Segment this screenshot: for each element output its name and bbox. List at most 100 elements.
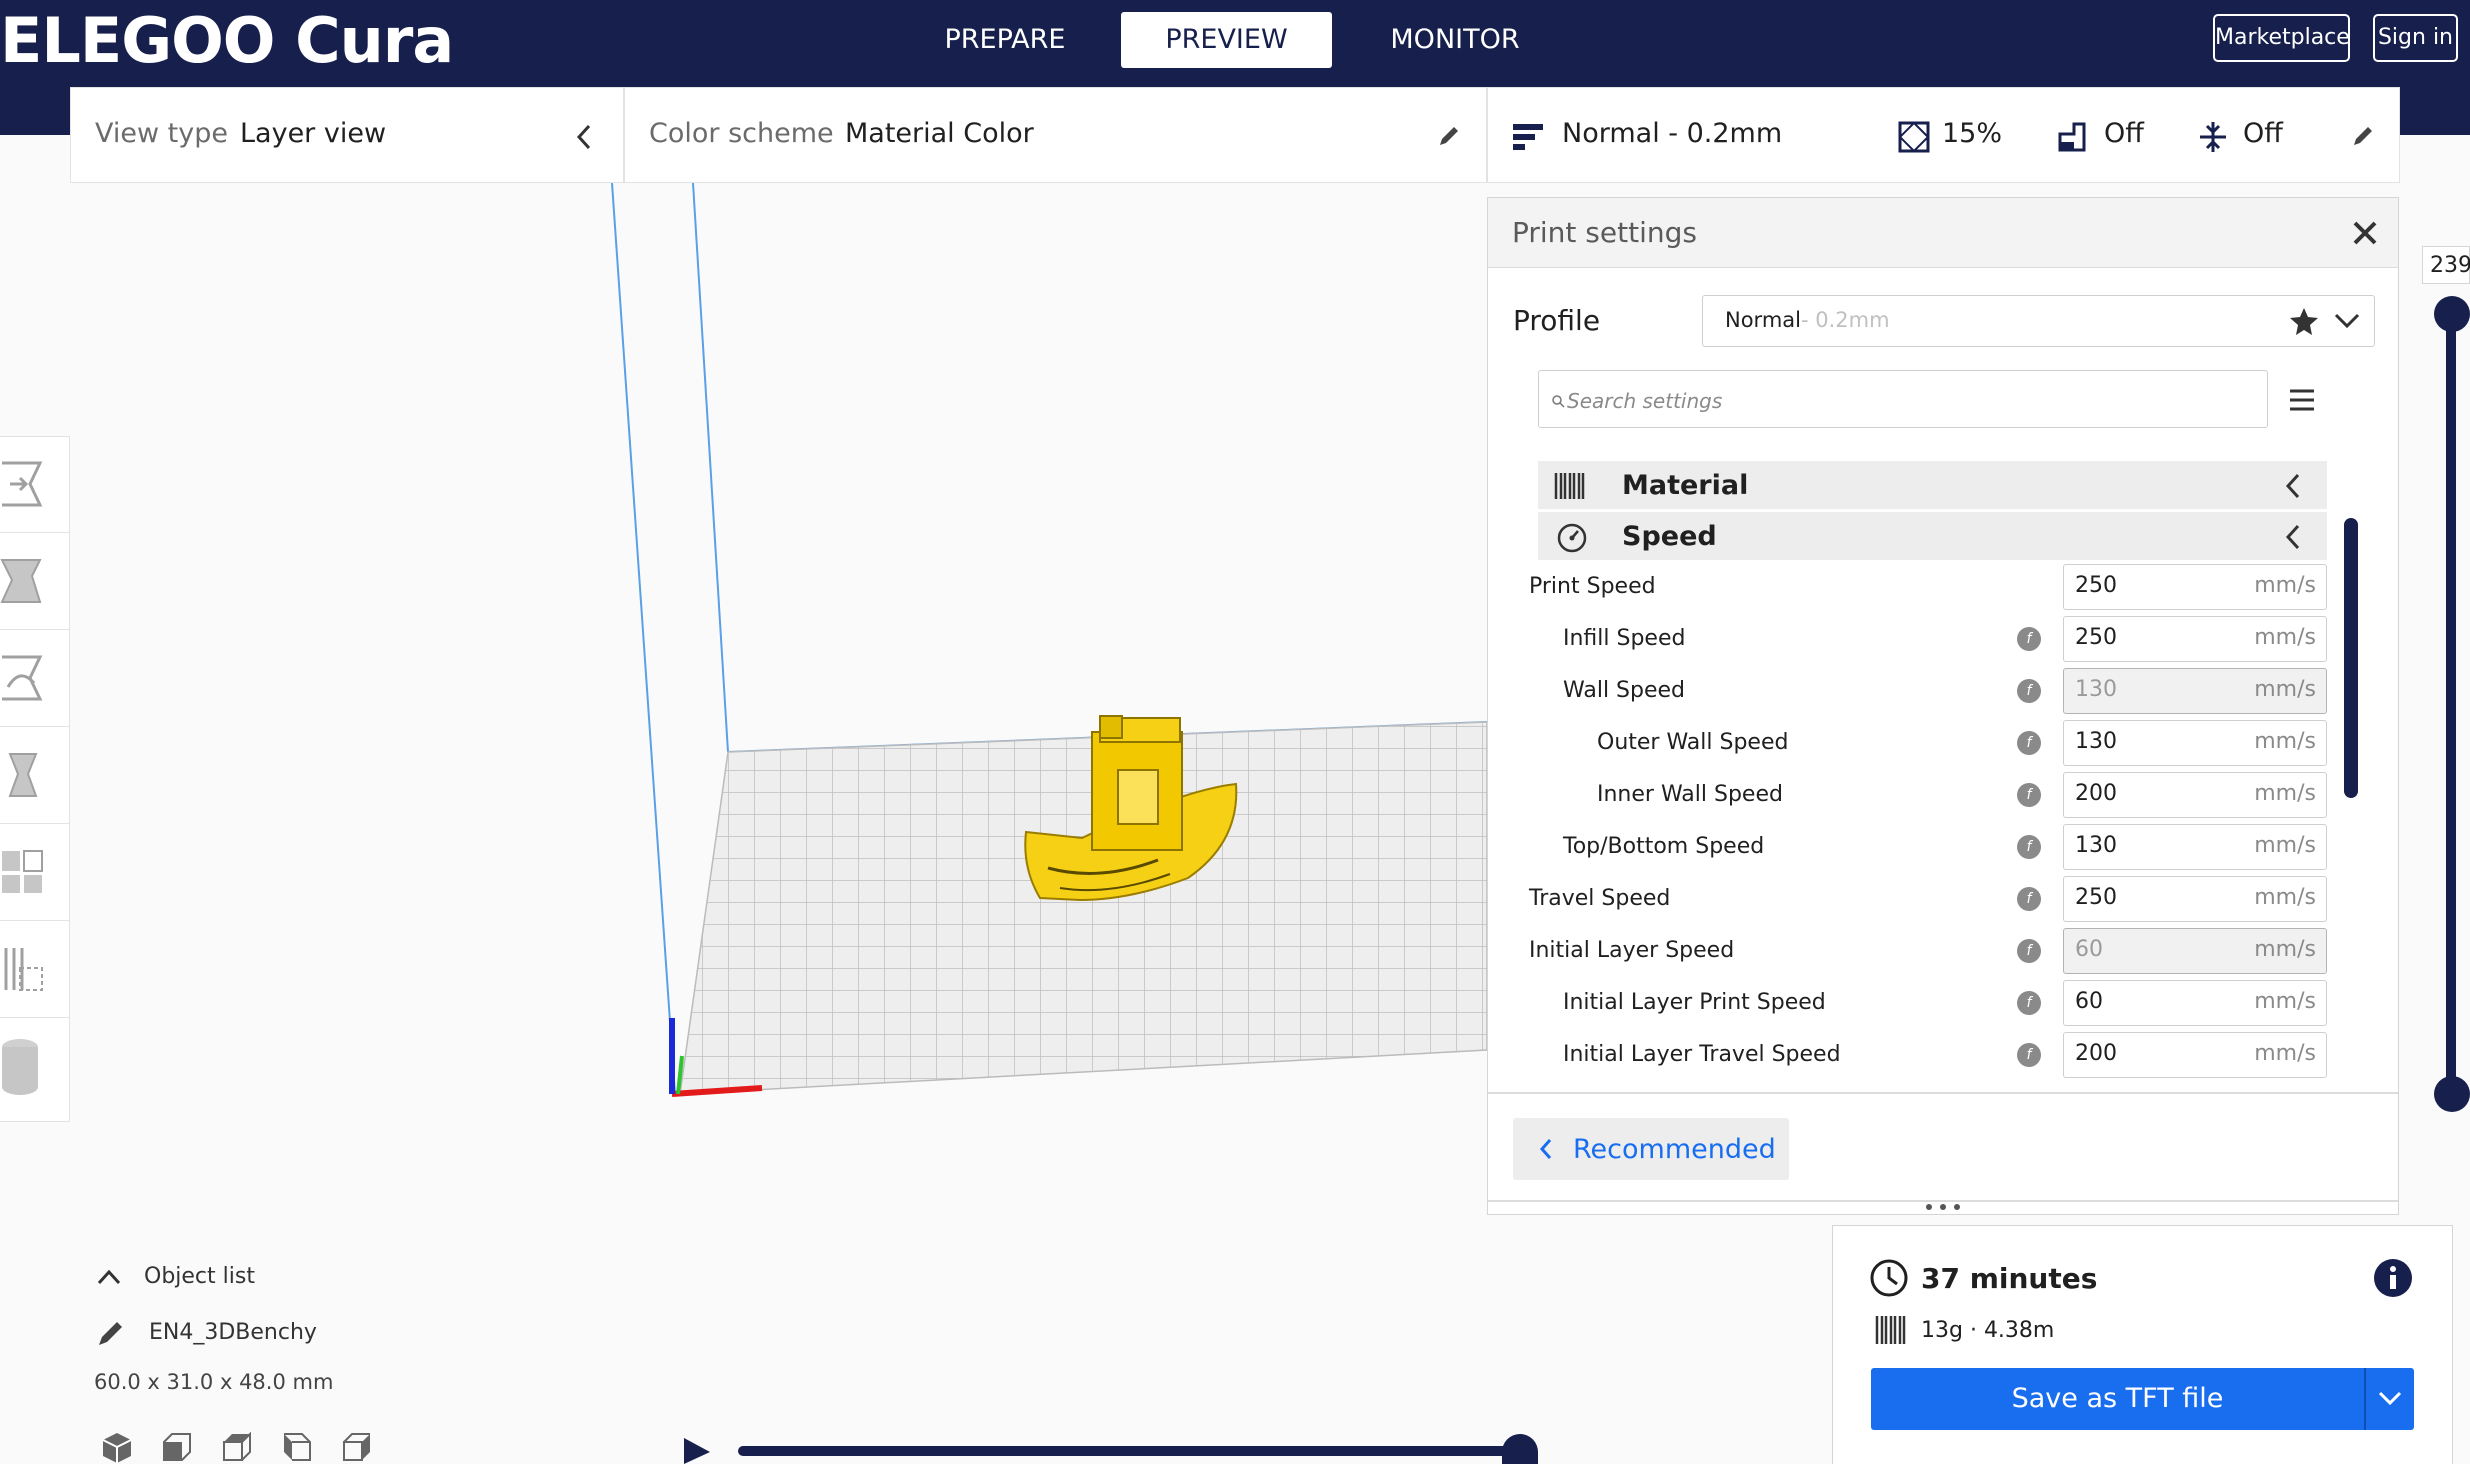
infill-icon	[1898, 121, 1930, 153]
setting-label: Top/Bottom Speed	[1563, 834, 1765, 859]
initial-layer-speed-input[interactable]: 60 mm/s	[2063, 928, 2327, 974]
left-view-icon[interactable]	[280, 1430, 314, 1464]
settings-scrollbar[interactable]	[2344, 518, 2358, 798]
speedometer-icon	[1557, 523, 1587, 553]
top-layer-field[interactable]: 239	[2422, 246, 2470, 284]
function-icon[interactable]: f	[2017, 991, 2041, 1015]
category-speed[interactable]: Speed	[1538, 512, 2327, 560]
layer-slider-lower-handle[interactable]	[2434, 1076, 2470, 1112]
infill-speed-input[interactable]: 250 mm/s	[2063, 616, 2327, 662]
mirror-tool-button[interactable]	[0, 728, 70, 824]
category-material[interactable]: Material	[1538, 461, 2327, 509]
function-icon[interactable]: f	[2017, 887, 2041, 911]
save-as-tft-button[interactable]: Save as TFT file	[1871, 1368, 2414, 1430]
input-value: 250	[2075, 625, 2117, 650]
chevron-down-icon[interactable]	[2333, 310, 2361, 332]
save-button-label: Save as TFT file	[2011, 1383, 2224, 1414]
input-unit: mm/s	[2254, 989, 2316, 1014]
layer-slider-track[interactable]	[2446, 300, 2456, 1100]
marketplace-button[interactable]: Marketplace	[2213, 14, 2350, 62]
3d-view-icon[interactable]	[100, 1430, 134, 1464]
move-tool-button[interactable]	[0, 437, 70, 533]
cylinder-icon	[2, 1039, 38, 1095]
close-icon[interactable]	[2352, 220, 2378, 246]
pencil-icon[interactable]	[2351, 124, 2375, 148]
print-time: 37 minutes	[1921, 1262, 2098, 1295]
function-icon[interactable]: f	[2017, 1043, 2041, 1067]
setting-label: Travel Speed	[1529, 886, 1671, 911]
profile-dropdown[interactable]: Normal - 0.2mm	[1702, 295, 2375, 347]
pencil-icon[interactable]	[1437, 124, 1461, 148]
outer-wall-speed-input[interactable]: 130 mm/s	[2063, 720, 2327, 766]
input-unit: mm/s	[2254, 1041, 2316, 1066]
view-type-value[interactable]: Layer view	[240, 118, 386, 149]
setting-row-print-speed: Print Speed 250 mm/s	[1488, 564, 2398, 612]
input-unit: mm/s	[2254, 573, 2316, 598]
inner-wall-speed-input[interactable]: 200 mm/s	[2063, 772, 2327, 818]
simulation-slider-track[interactable]	[738, 1446, 1520, 1456]
top-bottom-speed-input[interactable]: 130 mm/s	[2063, 824, 2327, 870]
mirror-icon	[8, 753, 38, 797]
profile-icon	[1513, 124, 1543, 150]
output-panel: 37 minutes 13g · 4.38m Save as TFT file	[1832, 1225, 2453, 1464]
star-icon[interactable]	[2289, 306, 2319, 336]
function-icon[interactable]: f	[2017, 731, 2041, 755]
rotate-tool-button[interactable]	[0, 631, 70, 727]
color-scheme-value[interactable]: Material Color	[845, 118, 1034, 149]
cylinder-tool-button[interactable]	[0, 1019, 70, 1115]
function-icon[interactable]: f	[2017, 783, 2041, 807]
tool-toolbar	[0, 436, 70, 1122]
setting-label: Initial Layer Speed	[1529, 938, 1735, 963]
chevron-left-icon[interactable]	[2284, 473, 2302, 499]
print-settings-summary-bar[interactable]: Normal - 0.2mm 15% Off Off	[1487, 87, 2400, 183]
simulation-slider-handle[interactable]	[1502, 1434, 1538, 1464]
input-unit: mm/s	[2254, 937, 2316, 962]
setting-label: Inner Wall Speed	[1597, 782, 1783, 807]
wall-speed-input[interactable]: 130 mm/s	[2063, 668, 2327, 714]
setting-row-initial-layer-speed: Initial Layer Speed f 60 mm/s	[1488, 928, 2398, 976]
print-speed-input[interactable]: 250 mm/s	[2063, 564, 2327, 610]
function-icon[interactable]: f	[2017, 679, 2041, 703]
settings-menu-icon[interactable]	[2288, 388, 2316, 412]
per-model-settings-button[interactable]	[0, 825, 70, 921]
function-icon[interactable]: f	[2017, 627, 2041, 651]
travel-speed-input[interactable]: 250 mm/s	[2063, 876, 2327, 922]
function-icon[interactable]: f	[2017, 939, 2041, 963]
front-view-icon[interactable]	[160, 1430, 194, 1464]
resize-handle-icon[interactable]	[1923, 1201, 1963, 1213]
initial-layer-travel-speed-input[interactable]: 200 mm/s	[2063, 1032, 2327, 1078]
chevron-left-icon[interactable]	[575, 124, 593, 150]
input-value: 130	[2075, 833, 2117, 858]
pencil-icon[interactable]	[96, 1318, 126, 1348]
chevron-left-icon[interactable]	[2284, 524, 2302, 550]
3d-viewport[interactable]	[0, 183, 1490, 1283]
setting-label: Outer Wall Speed	[1597, 730, 1789, 755]
chevron-down-icon[interactable]	[2376, 1388, 2404, 1410]
initial-layer-print-speed-input[interactable]: 60 mm/s	[2063, 980, 2327, 1026]
setting-label: Initial Layer Print Speed	[1563, 990, 1826, 1015]
right-view-icon[interactable]	[340, 1430, 374, 1464]
sign-in-button[interactable]: Sign in	[2373, 14, 2458, 62]
stage-preview-tab[interactable]: PREVIEW	[1121, 12, 1332, 68]
info-icon[interactable]	[2373, 1258, 2413, 1298]
button-divider	[2364, 1368, 2366, 1430]
support-blocker-button[interactable]	[0, 922, 70, 1018]
clock-icon	[1870, 1259, 1908, 1297]
top-view-icon[interactable]	[220, 1430, 254, 1464]
color-scheme-panel[interactable]: Color scheme Material Color	[624, 87, 1487, 183]
stage-monitor-tab[interactable]: MONITOR	[1350, 12, 1560, 68]
build-volume-edge	[611, 183, 676, 1095]
recommended-button[interactable]: Recommended	[1513, 1118, 1789, 1180]
chevron-up-icon[interactable]	[96, 1268, 122, 1286]
function-icon[interactable]: f	[2017, 835, 2041, 859]
material-usage: 13g · 4.38m	[1921, 1318, 2055, 1343]
view-type-panel[interactable]: View type Layer view	[70, 87, 624, 183]
stage-prepare-tab[interactable]: PREPARE	[910, 12, 1100, 68]
scale-tool-button[interactable]	[0, 534, 70, 630]
object-list-header[interactable]: Object list	[144, 1264, 255, 1289]
search-settings-field[interactable]: Search settings	[1538, 370, 2268, 428]
object-name[interactable]: EN4_3DBenchy	[149, 1320, 317, 1345]
build-plate-grid	[680, 722, 1487, 1094]
layer-slider-upper-handle[interactable]	[2434, 296, 2470, 332]
play-icon[interactable]	[680, 1436, 714, 1464]
